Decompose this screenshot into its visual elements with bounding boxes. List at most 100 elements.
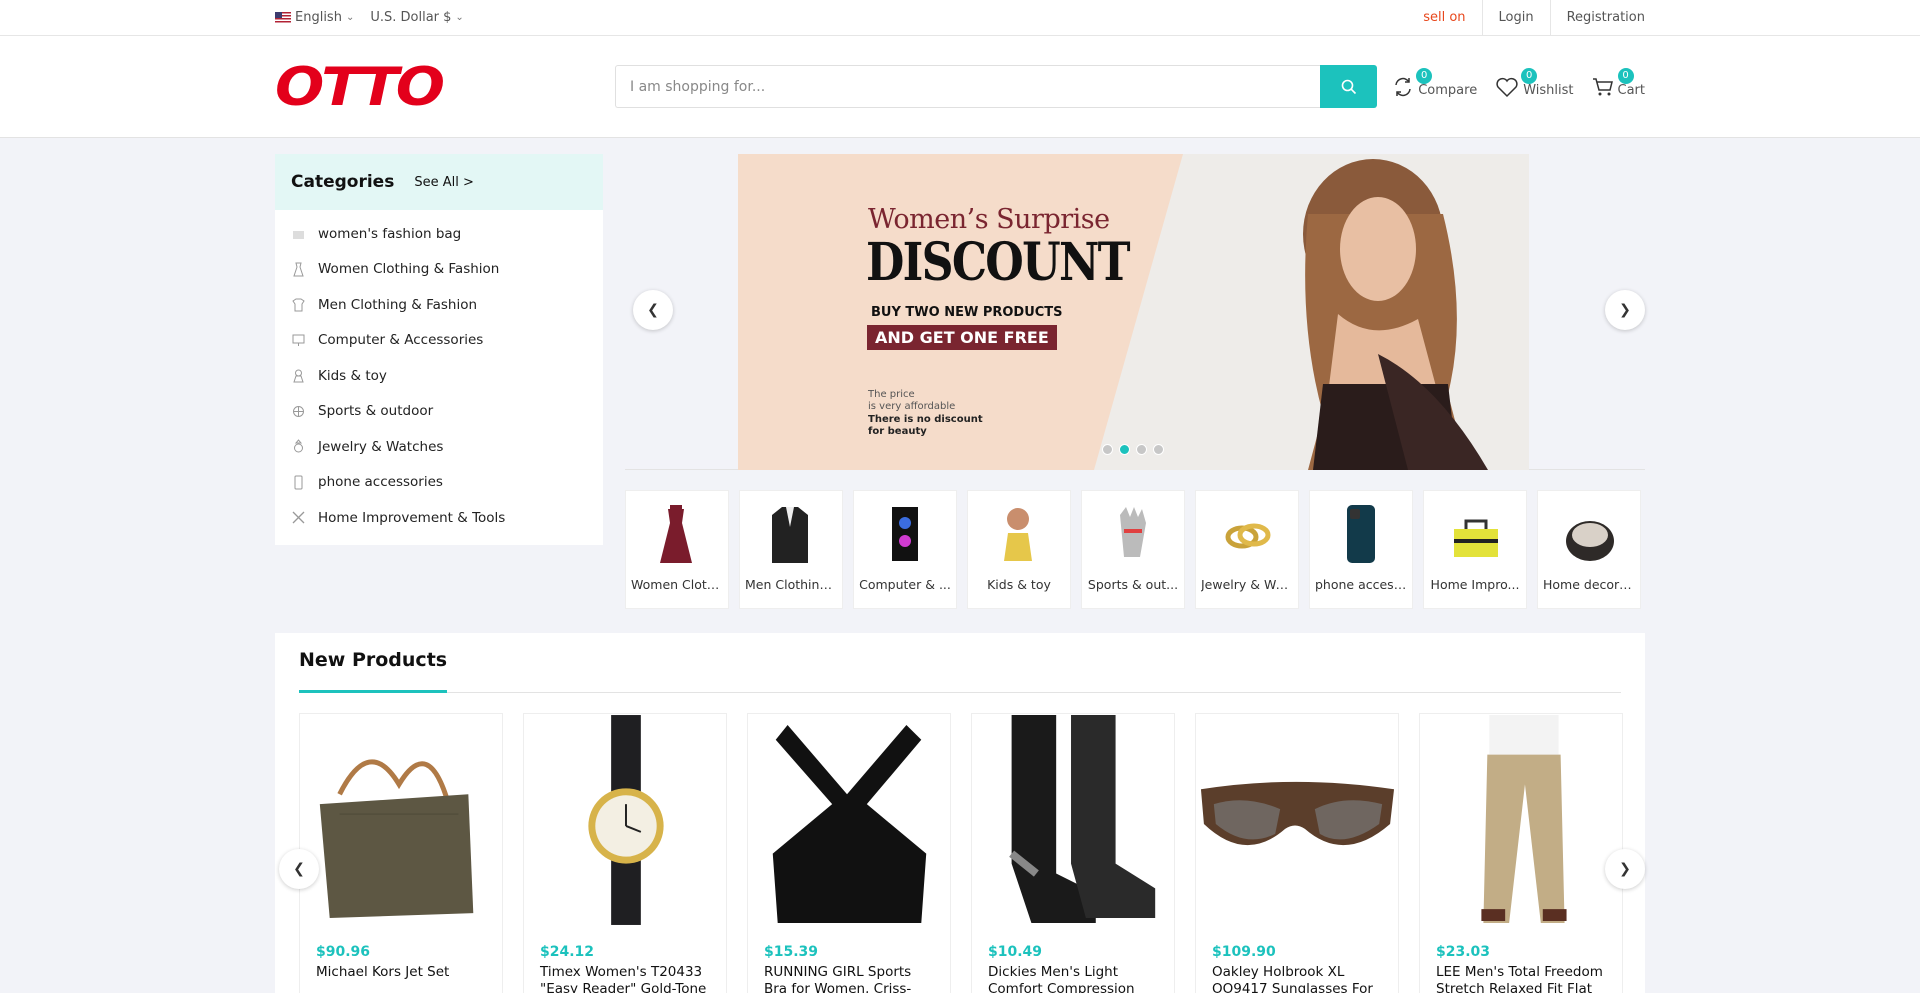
category-card[interactable]: phone access...: [1309, 490, 1413, 609]
category-card-label: Jewelry & Wa...: [1201, 577, 1293, 592]
category-card[interactable]: Home decora...: [1537, 490, 1641, 609]
category-card[interactable]: Jewelry & Wa...: [1195, 490, 1299, 609]
slider-dot[interactable]: [1119, 444, 1130, 455]
category-card-label: Sports & out...: [1087, 577, 1179, 592]
products-prev-button[interactable]: ❮: [279, 849, 319, 889]
product-card[interactable]: $23.03 LEE Men's Total Freedom Stretch Re…: [1419, 713, 1623, 993]
product-name[interactable]: LEE Men's Total Freedom Stretch Relaxed …: [1420, 960, 1622, 993]
handbag-icon: [319, 759, 474, 919]
slider-next-button[interactable]: ❯: [1605, 290, 1645, 330]
chevron-left-icon: ❮: [647, 302, 659, 318]
category-item[interactable]: Home Improvement & Tools: [275, 500, 603, 536]
chevron-right-icon: ❯: [1619, 302, 1631, 318]
glove-icon: [1120, 507, 1146, 557]
cart-count-badge: 0: [1617, 67, 1634, 84]
language-dropdown[interactable]: English ⌄: [275, 10, 354, 25]
category-item[interactable]: Jewelry & Watches: [275, 429, 603, 465]
category-card[interactable]: Men Clothing...: [739, 490, 843, 609]
site-logo[interactable]: OTTO: [275, 56, 615, 117]
category-item[interactable]: Sports & outdoor: [275, 394, 603, 430]
login-link[interactable]: Login: [1481, 0, 1550, 35]
currency-label: U.S. Dollar $: [370, 10, 452, 25]
header: OTTO 0 Compare 0 Wishlist 0 Cart: [0, 36, 1920, 138]
product-name[interactable]: Dickies Men's Light Comfort Compression: [972, 960, 1174, 993]
toy-icon: [293, 369, 304, 383]
ring-icon: [294, 439, 303, 453]
category-label: Sports & outdoor: [318, 403, 434, 420]
search-input[interactable]: [615, 65, 1320, 108]
product-price: $90.96: [316, 944, 371, 960]
sell-on-link[interactable]: sell on: [1407, 0, 1481, 35]
currency-dropdown[interactable]: U.S. Dollar $ ⌄: [370, 10, 463, 25]
product-card[interactable]: $10.49 Dickies Men's Light Comfort Compre…: [971, 713, 1175, 993]
category-item[interactable]: Kids & toy: [275, 358, 603, 394]
cart-button[interactable]: 0 Cart: [1592, 67, 1646, 98]
banner-line4: AND GET ONE FREE: [867, 325, 1057, 350]
category-item[interactable]: women's fashion bag: [275, 216, 603, 252]
category-item[interactable]: Women Clothing & Fashion: [275, 252, 603, 288]
category-card[interactable]: Computer & ...: [853, 490, 957, 609]
monitor-icon: [292, 334, 305, 346]
us-flag-icon: [275, 12, 291, 23]
product-price: $109.90: [1212, 944, 1276, 960]
hero-slider: Women’s Surprise DISCOUNT BUY TWO NEW PR…: [625, 154, 1645, 470]
hero-banner[interactable]: Women’s Surprise DISCOUNT BUY TWO NEW PR…: [738, 154, 1529, 470]
products-next-button[interactable]: ❯: [1605, 849, 1645, 889]
category-card-label: Women Cloth...: [631, 577, 723, 592]
category-label: phone accessories: [318, 474, 443, 491]
sports-bra-icon: [772, 724, 927, 923]
category-item[interactable]: Computer & Accessories: [275, 323, 603, 359]
product-name[interactable]: Oakley Holbrook XL OO9417 Sunglasses For: [1196, 960, 1398, 993]
product-card[interactable]: $24.12 Timex Women's T20433 "Easy Reader"…: [523, 713, 727, 993]
product-card[interactable]: $15.39 RUNNING GIRL Sports Bra for Women,…: [747, 713, 951, 993]
category-card[interactable]: Kids & toy: [967, 490, 1071, 609]
new-products-section: New Products $90.96 Michael Kors Jet Set $…: [275, 633, 1645, 993]
registration-link[interactable]: Registration: [1549, 0, 1645, 35]
dress-icon: [660, 505, 692, 563]
compare-button[interactable]: 0 Compare: [1392, 67, 1478, 98]
slider-dot[interactable]: [1136, 444, 1147, 455]
chevron-down-icon: ⌄: [455, 12, 464, 23]
category-item[interactable]: Men Clothing & Fashion: [275, 287, 603, 323]
category-card[interactable]: Sports & out...: [1081, 490, 1185, 609]
cart-label: Cart: [1617, 82, 1646, 98]
category-item[interactable]: phone accessories: [275, 465, 603, 501]
product-price: $24.12: [540, 944, 595, 960]
heart-icon: [1496, 77, 1518, 97]
bag-icon: [293, 231, 304, 240]
product-card[interactable]: $109.90 Oakley Holbrook XL OO9417 Sunglas…: [1195, 713, 1399, 993]
toolbag-icon: [1454, 519, 1498, 557]
toy-icon: [1004, 508, 1032, 561]
wishlist-button[interactable]: 0 Wishlist: [1495, 67, 1574, 98]
slider-prev-button[interactable]: ❮: [633, 290, 673, 330]
ring-icon: [1225, 523, 1271, 549]
product-price: $10.49: [988, 944, 1043, 960]
chevron-right-icon: ❯: [1619, 861, 1631, 877]
top-bar: English ⌄ U.S. Dollar $ ⌄ sell on Login …: [0, 0, 1920, 36]
category-label: Men Clothing & Fashion: [318, 296, 478, 313]
category-card-label: phone access...: [1315, 577, 1407, 592]
dress-icon: [293, 262, 304, 277]
category-label: Kids & toy: [318, 367, 387, 384]
search-button[interactable]: [1320, 65, 1377, 108]
category-card[interactable]: Women Cloth...: [625, 490, 729, 609]
product-name[interactable]: Timex Women's T20433 "Easy Reader" Gold-…: [524, 960, 726, 993]
phone-icon: [1347, 505, 1375, 563]
category-label: Jewelry & Watches: [318, 438, 444, 455]
product-name[interactable]: Michael Kors Jet Set: [300, 960, 502, 993]
category-card[interactable]: Home Impro...: [1423, 490, 1527, 609]
pc-icon: [892, 507, 918, 561]
see-all-link[interactable]: See All >: [414, 175, 474, 190]
chevron-down-icon: ⌄: [345, 12, 355, 23]
category-label: women's fashion bag: [318, 225, 462, 242]
wishlist-count-badge: 0: [1521, 67, 1538, 84]
slider-dot[interactable]: [1102, 444, 1113, 455]
socks-icon: [1009, 715, 1156, 923]
product-card[interactable]: $90.96 Michael Kors Jet Set: [299, 713, 503, 993]
compare-count-badge: 0: [1416, 67, 1433, 84]
product-name[interactable]: RUNNING GIRL Sports Bra for Women, Criss…: [748, 960, 950, 993]
model-photo: [1303, 159, 1488, 470]
compare-label: Compare: [1418, 82, 1478, 98]
slider-dot[interactable]: [1153, 444, 1164, 455]
shirt-icon: [292, 298, 305, 312]
